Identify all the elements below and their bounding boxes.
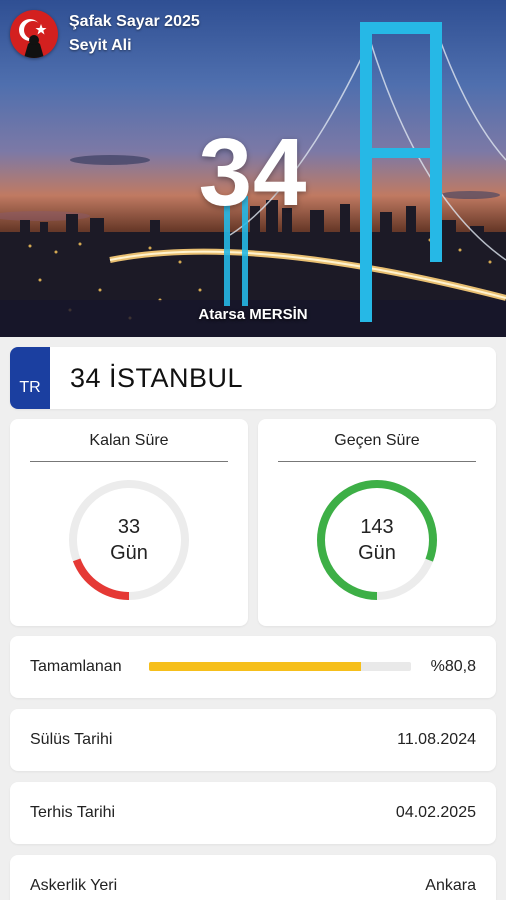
induction-date-value: 11.08.2024 bbox=[397, 731, 476, 748]
user-name: Seyit Ali bbox=[69, 37, 132, 54]
elapsed-days-value: 143 bbox=[360, 516, 394, 538]
remaining-time-card: Kalan Süre 33 Gün bbox=[10, 419, 248, 626]
hero-banner: Şafak Sayar 2025 Seyit Ali 34 Atarsa MER… bbox=[0, 0, 506, 337]
turkish-flag-logo-icon[interactable] bbox=[10, 10, 58, 58]
elapsed-days-unit: Gün bbox=[358, 542, 396, 564]
remaining-days-unit: Gün bbox=[110, 542, 148, 564]
elapsed-time-card: Geçen Süre 143 Gün bbox=[258, 419, 496, 626]
city-plate-number: 34 bbox=[198, 119, 308, 226]
service-location: Atarsa MERSİN bbox=[198, 306, 308, 323]
completion-label: Tamamlanan bbox=[30, 658, 122, 675]
divider bbox=[30, 461, 228, 462]
service-place-label: Askerlik Yeri bbox=[30, 877, 118, 894]
service-place-value: Ankara bbox=[425, 877, 476, 894]
induction-date-row[interactable]: Sülüs Tarihi 11.08.2024 bbox=[10, 709, 496, 771]
city-plate-card[interactable]: TR 34 İSTANBUL bbox=[10, 347, 496, 409]
discharge-date-value: 04.02.2025 bbox=[395, 804, 476, 821]
discharge-date-row[interactable]: Terhis Tarihi 04.02.2025 bbox=[10, 782, 496, 844]
completion-card: Tamamlanan %80,8 bbox=[10, 636, 496, 698]
remaining-time-title: Kalan Süre bbox=[89, 432, 169, 449]
completion-percentage: %80,8 bbox=[430, 658, 476, 675]
city-plate-text: 34 İSTANBUL bbox=[70, 363, 244, 393]
remaining-days-value: 33 bbox=[117, 516, 141, 538]
elapsed-value-label: 143 Gün bbox=[315, 478, 439, 602]
divider bbox=[278, 461, 476, 462]
service-place-row[interactable]: Askerlik Yeri Ankara bbox=[10, 855, 496, 900]
discharge-date-label: Terhis Tarihi bbox=[30, 804, 116, 821]
induction-date-label: Sülüs Tarihi bbox=[30, 731, 113, 748]
remaining-value-label: 33 Gün bbox=[67, 478, 191, 602]
app-title: Şafak Sayar 2025 bbox=[69, 13, 200, 30]
completion-progress-fill bbox=[149, 662, 361, 671]
elapsed-time-title: Geçen Süre bbox=[334, 432, 420, 449]
completion-progress-bar bbox=[149, 662, 411, 671]
country-code-band: TR bbox=[10, 347, 50, 409]
